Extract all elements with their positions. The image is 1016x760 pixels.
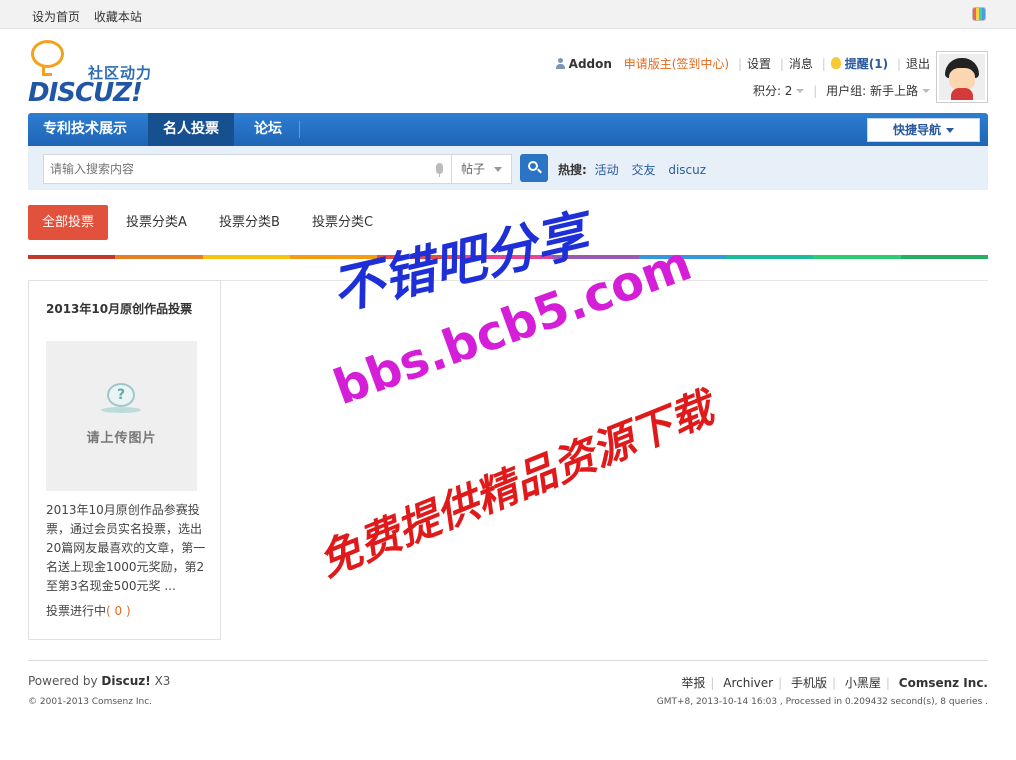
archiver-link[interactable]: Archiver (723, 676, 773, 690)
search-type-select[interactable]: 帖子 (451, 154, 512, 184)
microphone-icon[interactable] (436, 163, 443, 177)
company-link[interactable]: Comsenz Inc. (899, 676, 988, 690)
footer-links: 举报 | Archiver | 手机版 | 小黑屋 | Comsenz Inc. (681, 676, 988, 690)
vote-card[interactable]: 2013年10月原创作品投票 ? 请上传图片 2013年10月原创作品参赛投票，… (28, 280, 221, 640)
messages-link[interactable]: 消息 (789, 55, 813, 72)
quick-nav-button[interactable]: 快捷导航 (867, 118, 980, 142)
vote-title[interactable]: 2013年10月原创作品投票 (46, 300, 192, 317)
chevron-down-icon (494, 167, 502, 172)
usergroup-menu[interactable]: 用户组: 新手上路 (826, 82, 930, 99)
footer-gmt: GMT+8, 2013-10-14 16:03 , Processed in 0… (656, 697, 988, 707)
report-link[interactable]: 举报 (681, 676, 705, 690)
tab-all-votes[interactable]: 全部投票 (28, 205, 109, 240)
rainbow-segment (115, 255, 203, 259)
chevron-down-icon (946, 128, 954, 133)
top-links: 设为首页 收藏本站 (32, 8, 152, 25)
main-nav: 专利技术展示 名人投票 论坛 快捷导航 (28, 113, 988, 146)
set-home-link[interactable]: 设为首页 (32, 10, 80, 24)
nav-item-vote[interactable]: 名人投票 (148, 113, 234, 146)
product-link[interactable]: Discuz! (101, 674, 150, 688)
hot-search-link[interactable]: 交友 (631, 163, 655, 177)
vote-count: ( 0 ) (106, 604, 131, 618)
username-link[interactable]: Addon (569, 57, 612, 71)
hot-search-link[interactable]: discuz (668, 163, 706, 177)
search-button[interactable] (520, 154, 548, 182)
bulb-icon (830, 57, 841, 69)
user-icon (555, 58, 566, 69)
logo-bubble-icon (31, 40, 64, 68)
tab-category-c[interactable]: 投票分类C (312, 205, 373, 240)
rainbow-segment (28, 255, 116, 259)
tab-category-b[interactable]: 投票分类B (219, 205, 280, 240)
question-icon: ? (101, 383, 141, 415)
tab-category-a[interactable]: 投票分类A (126, 205, 187, 240)
logo-brand: DISCUZ! (28, 78, 143, 108)
top-toolbar: 设为首页 收藏本站 (0, 0, 1016, 29)
nav-item-patent[interactable]: 专利技术展示 (28, 113, 142, 146)
avatar[interactable] (936, 51, 988, 103)
nav-item-forum[interactable]: 论坛 (239, 113, 297, 146)
vote-status: 投票进行中( 0 ) (46, 604, 131, 618)
hot-search: 热搜: 活动 交友 discuz (558, 161, 715, 178)
rainbow-segment (900, 255, 988, 259)
search-bar: 帖子 热搜: 活动 交友 discuz (28, 146, 988, 190)
mobile-link[interactable]: 手机版 (791, 676, 827, 690)
vote-description: 2013年10月原创作品参赛投票，通过会员实名投票，选出20篇网友最喜欢的文章，… (46, 503, 206, 593)
rainbow-segment (726, 255, 814, 259)
chevron-down-icon (922, 89, 930, 93)
user-bar: Addon 申请版主(签到中心) | 设置 | 消息 | 提醒(1) | 退出 积分: … (555, 55, 930, 99)
rainbow-segment (813, 255, 901, 259)
remind-link[interactable]: 提醒(1) (845, 55, 888, 72)
chevron-down-icon (796, 89, 805, 93)
placeholder-text: 请上传图片 (86, 431, 157, 446)
footer-divider (28, 660, 988, 661)
apply-moderator-link[interactable]: 申请版主(签到中心) (624, 55, 729, 72)
blacklist-link[interactable]: 小黑屋 (845, 676, 881, 690)
site-logo[interactable]: 社区动力 DISCUZ! (28, 40, 163, 108)
settings-link[interactable]: 设置 (747, 55, 771, 72)
hot-search-link[interactable]: 活动 (595, 163, 619, 177)
rainbow-segment (202, 255, 290, 259)
points-menu[interactable]: 积分: 2 (753, 82, 805, 99)
bookmark-link[interactable]: 收藏本站 (94, 10, 142, 24)
logout-link[interactable]: 退出 (906, 55, 930, 72)
footer-powered: Powered by Discuz! X3 (28, 674, 171, 688)
hot-search-label: 热搜: (558, 163, 587, 177)
style-switch-icon[interactable] (972, 7, 986, 21)
footer-copyright: © 2001-2013 Comsenz Inc. (28, 697, 153, 707)
search-input[interactable] (43, 154, 452, 184)
vote-thumbnail[interactable]: ? 请上传图片 (46, 341, 197, 491)
